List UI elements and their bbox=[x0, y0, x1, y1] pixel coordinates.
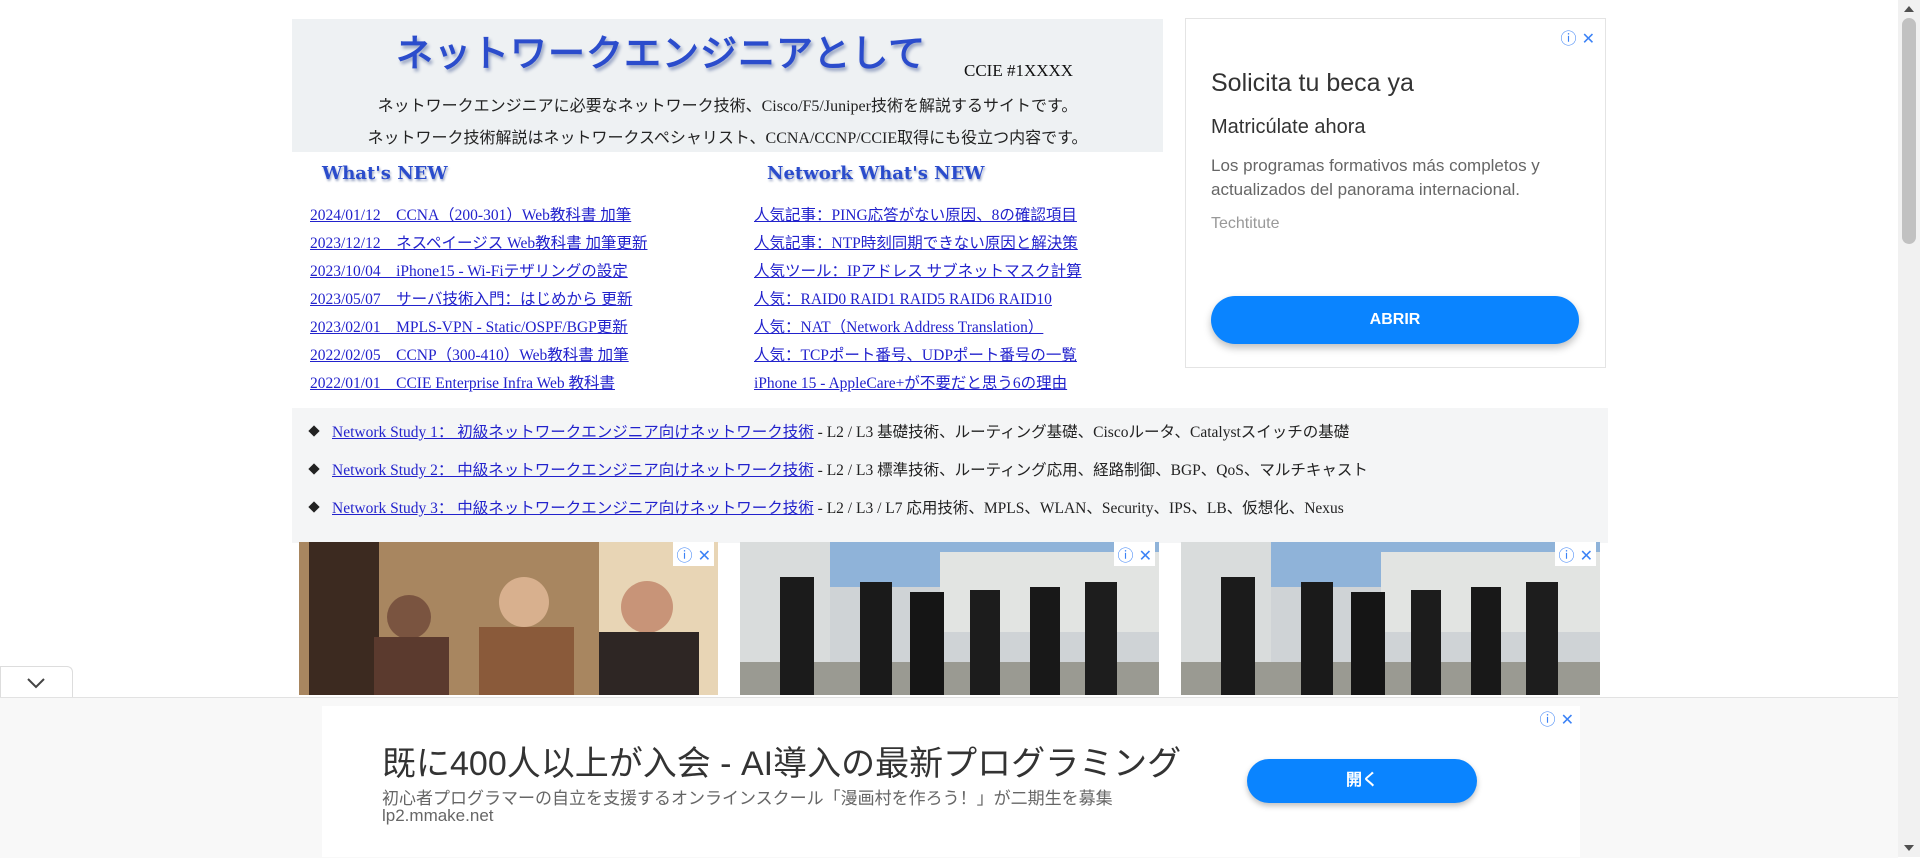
study-row: Network Study 3： 中級ネットワークエンジニア向けネットワーク技術… bbox=[292, 490, 1344, 528]
chevron-down-icon[interactable] bbox=[1, 667, 72, 697]
ad-subheadline[interactable]: Matricúlate ahora bbox=[1211, 116, 1366, 139]
list-item: 人気記事：PING応答がない原因、8の確認項目 bbox=[754, 204, 1082, 232]
ad-photo bbox=[299, 542, 718, 695]
bottom-ad-url: lp2.mmake.net bbox=[382, 806, 494, 825]
list-item: 人気：TCPポート番号、UDPポート番号の一覧 bbox=[754, 344, 1082, 372]
study-link[interactable]: Network Study 2： 中級ネットワークエンジニア向けネットワーク技術 bbox=[332, 462, 814, 479]
ad-collapse-tab[interactable] bbox=[0, 666, 73, 697]
image-ad-3[interactable]: ⓘ ✕ bbox=[1181, 542, 1600, 695]
list-item: 2023/02/01 MPLS-VPN - Static/OSPF/BGP更新 bbox=[310, 316, 648, 344]
network-news-link[interactable]: 人気：RAID0 RAID1 RAID5 RAID6 RAID10 bbox=[754, 291, 1052, 308]
info-icon[interactable]: ⓘ bbox=[1539, 710, 1555, 729]
side-ad[interactable]: ⓘ ✕ Solicita tu beca ya Matricúlate ahor… bbox=[1185, 18, 1606, 368]
news-link[interactable]: 2023/10/04 iPhone15 - Wi-Fiテザリングの設定 bbox=[310, 263, 628, 280]
list-item: 2022/02/05 CCNP（300-410）Web教科書 加筆 bbox=[310, 344, 648, 372]
network-news-link[interactable]: 人気記事：PING応答がない原因、8の確認項目 bbox=[754, 207, 1077, 224]
network-whats-new-list: 人気記事：PING応答がない原因、8の確認項目 人気記事：NTP時刻同期できない… bbox=[754, 204, 1082, 400]
site-header: ネットワークエンジニアとして CCIE #1XXXX ネットワークエンジニアに必… bbox=[292, 19, 1163, 152]
ad-photo bbox=[1181, 542, 1600, 695]
list-item: 人気：NAT（Network Address Translation） bbox=[754, 316, 1082, 344]
close-icon[interactable]: ✕ bbox=[1582, 29, 1595, 48]
whats-new-list: 2024/01/12 CCNA（200-301）Web教科書 加筆 2023/1… bbox=[310, 204, 648, 400]
news-link[interactable]: 2024/01/12 CCNA（200-301）Web教科書 加筆 bbox=[310, 207, 631, 224]
network-news-link[interactable]: iPhone 15 - AppleCare+が不要だと思う6の理由 bbox=[754, 375, 1067, 392]
bottom-ad-open-button[interactable]: 開く bbox=[1247, 759, 1477, 803]
ad-controls[interactable]: ⓘ ✕ bbox=[1555, 542, 1596, 566]
info-icon[interactable]: ⓘ bbox=[676, 546, 692, 565]
bottom-ad[interactable]: ⓘ ✕ 既に400人以上が入会 - AI導入の最新プログラミング 初心者プログラ… bbox=[322, 706, 1580, 857]
ad-body: Los programas formativos más completos y… bbox=[1211, 156, 1540, 199]
list-item: 2022/01/01 CCIE Enterprise Infra Web 教科書 bbox=[310, 372, 648, 400]
list-item: 2024/01/12 CCNA（200-301）Web教科書 加筆 bbox=[310, 204, 648, 232]
ad-open-button[interactable]: ABRIR bbox=[1211, 296, 1579, 344]
site-description-2: ネットワーク技術解説はネットワークスペシャリスト、CCNA/CCNP/CCIE取… bbox=[367, 130, 1088, 147]
whats-new-title: What's NEW bbox=[322, 163, 448, 184]
scrollbar-thumb[interactable] bbox=[1902, 18, 1916, 244]
ad-controls[interactable]: ⓘ ✕ bbox=[1560, 25, 1595, 49]
bullet-icon bbox=[308, 501, 320, 514]
network-news-link[interactable]: 人気ツール：IPアドレス サブネットマスク計算 bbox=[754, 263, 1082, 280]
study-row: Network Study 1： 初級ネットワークエンジニア向けネットワーク技術… bbox=[292, 414, 1349, 452]
news-link[interactable]: 2023/05/07 サーバ技術入門：はじめから 更新 bbox=[310, 291, 632, 308]
list-item: 2023/05/07 サーバ技術入門：はじめから 更新 bbox=[310, 288, 648, 316]
ccie-number: CCIE #1XXXX bbox=[964, 61, 1074, 80]
news-link[interactable]: 2022/02/05 CCNP（300-410）Web教科書 加筆 bbox=[310, 347, 629, 364]
image-ad-2[interactable]: ⓘ ✕ bbox=[740, 542, 1159, 695]
bullet-icon bbox=[308, 463, 320, 476]
image-ad-1[interactable]: ⓘ ✕ bbox=[299, 542, 718, 695]
info-icon[interactable]: ⓘ bbox=[1558, 546, 1574, 565]
study-row: Network Study 2： 中級ネットワークエンジニア向けネットワーク技術… bbox=[292, 452, 1368, 490]
network-study-section: Network Study 1： 初級ネットワークエンジニア向けネットワーク技術… bbox=[292, 408, 1608, 543]
list-item: 人気：RAID0 RAID1 RAID5 RAID6 RAID10 bbox=[754, 288, 1082, 316]
study-desc: - L2 / L3 / L7 応用技術、MPLS、WLAN、Security、I… bbox=[813, 500, 1344, 517]
close-icon[interactable]: ✕ bbox=[698, 546, 711, 565]
ad-controls[interactable]: ⓘ ✕ bbox=[673, 542, 714, 566]
news-link[interactable]: 2023/12/12 ネスペイージス Web教科書 加筆更新 bbox=[310, 235, 648, 252]
ad-controls[interactable]: ⓘ ✕ bbox=[1114, 542, 1155, 566]
study-desc: - L2 / L3 標準技術、ルーティング応用、経路制御、BGP、QoS、マルチ… bbox=[813, 462, 1368, 479]
info-icon[interactable]: ⓘ bbox=[1117, 546, 1133, 565]
ad-headline[interactable]: Solicita tu beca ya bbox=[1211, 69, 1414, 98]
info-icon[interactable]: ⓘ bbox=[1560, 29, 1576, 48]
close-icon[interactable]: ✕ bbox=[1139, 546, 1152, 565]
study-link[interactable]: Network Study 1： 初級ネットワークエンジニア向けネットワーク技術 bbox=[332, 424, 814, 441]
study-link[interactable]: Network Study 3： 中級ネットワークエンジニア向けネットワーク技術 bbox=[332, 500, 814, 517]
bullet-icon bbox=[308, 425, 320, 438]
list-item: 2023/10/04 iPhone15 - Wi-Fiテザリングの設定 bbox=[310, 260, 648, 288]
ad-controls[interactable]: ⓘ ✕ bbox=[1539, 706, 1574, 730]
network-whats-new-title: Network What's NEW bbox=[767, 163, 985, 184]
scroll-down-icon[interactable] bbox=[1904, 845, 1914, 851]
scroll-up-icon[interactable] bbox=[1904, 6, 1914, 12]
page-scrollbar[interactable] bbox=[1898, 0, 1920, 857]
bottom-ad-title[interactable]: 既に400人以上が入会 - AI導入の最新プログラミング bbox=[382, 736, 1181, 785]
list-item: 2023/12/12 ネスペイージス Web教科書 加筆更新 bbox=[310, 232, 648, 260]
close-icon[interactable]: ✕ bbox=[1561, 710, 1574, 729]
study-desc: - L2 / L3 基礎技術、ルーティング基礎、Ciscoルータ、Catalys… bbox=[813, 424, 1350, 441]
network-news-link[interactable]: 人気：TCPポート番号、UDPポート番号の一覧 bbox=[754, 347, 1077, 364]
list-item: iPhone 15 - AppleCare+が不要だと思う6の理由 bbox=[754, 372, 1082, 400]
news-link[interactable]: 2023/02/01 MPLS-VPN - Static/OSPF/BGP更新 bbox=[310, 319, 628, 336]
ad-photo bbox=[740, 542, 1159, 695]
network-news-link[interactable]: 人気記事：NTP時刻同期できない原因と解決策 bbox=[754, 235, 1078, 252]
ad-source: Techtitute bbox=[1211, 215, 1280, 232]
list-item: 人気記事：NTP時刻同期できない原因と解決策 bbox=[754, 232, 1082, 260]
news-link[interactable]: 2022/01/01 CCIE Enterprise Infra Web 教科書 bbox=[310, 375, 615, 392]
list-item: 人気ツール：IPアドレス サブネットマスク計算 bbox=[754, 260, 1082, 288]
close-icon[interactable]: ✕ bbox=[1580, 546, 1593, 565]
network-news-link[interactable]: 人気：NAT（Network Address Translation） bbox=[754, 319, 1043, 336]
site-description-1: ネットワークエンジニアに必要なネットワーク技術、Cisco/F5/Juniper… bbox=[377, 98, 1078, 115]
site-logo[interactable]: ネットワークエンジニアとして bbox=[396, 23, 926, 77]
